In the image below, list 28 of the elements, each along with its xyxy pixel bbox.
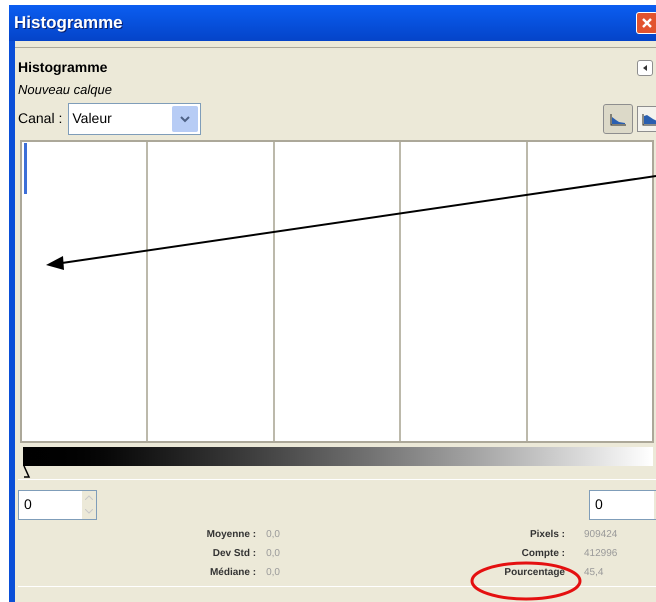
- stat-label: Compte :: [520, 546, 565, 560]
- stat-label: Moyenne :: [206, 528, 256, 542]
- panel-menu-button[interactable]: [637, 60, 653, 76]
- stat-label: Pixels :: [528, 528, 565, 542]
- stat-label: Dev Std :: [212, 546, 256, 560]
- channel-label: Canal :: [18, 109, 62, 128]
- triangle-left-icon: [641, 64, 649, 72]
- slider-handle[interactable]: [23, 466, 33, 478]
- histogram-view-button[interactable]: [603, 104, 633, 134]
- stat-value: 412996: [584, 546, 618, 560]
- window-title: Histogramme: [14, 12, 123, 34]
- stat-value: 909424: [584, 528, 618, 542]
- channel-dropdown[interactable]: Valeur: [68, 102, 202, 134]
- range-marker: [24, 142, 27, 194]
- start-spinner[interactable]: 0: [18, 490, 97, 520]
- chevron-icon: [172, 106, 198, 132]
- stat-label: Pourcentage: [503, 566, 565, 580]
- end-spinner[interactable]: 0: [589, 490, 656, 520]
- close-icon: [641, 17, 653, 29]
- stat-label: Médiane :: [208, 566, 256, 580]
- histogram-view-button[interactable]: [637, 106, 656, 132]
- stat-value: 0,0: [266, 566, 280, 580]
- stat-value: 0,0: [266, 528, 280, 542]
- close-button[interactable]: [636, 12, 656, 34]
- stat-value: 45,4: [584, 566, 604, 580]
- stat-value: 0,0: [266, 546, 280, 560]
- panel-title: Histogramme: [18, 58, 108, 77]
- layer-name: Nouveau calque: [17, 81, 113, 99]
